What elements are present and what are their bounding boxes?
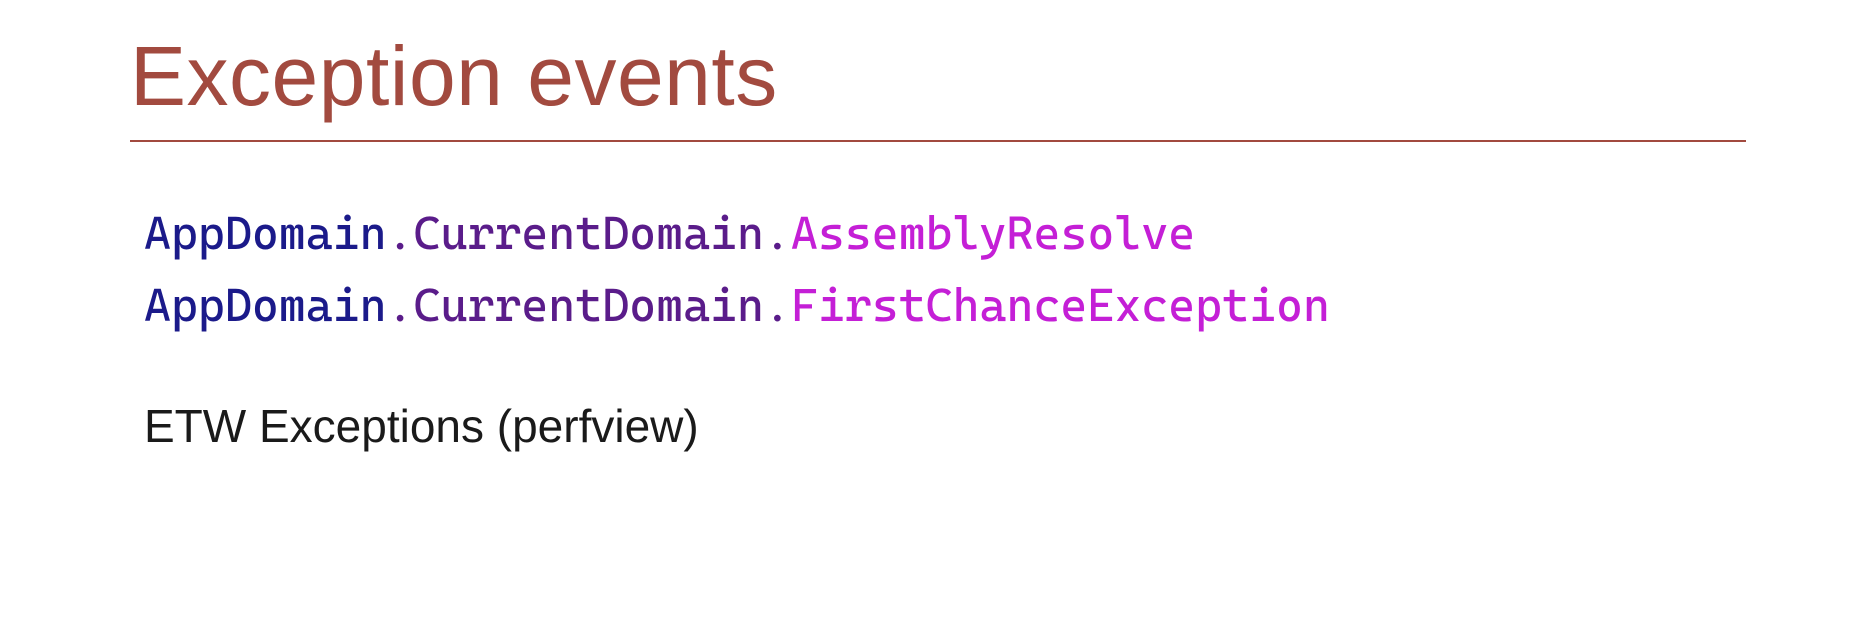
- slide: Exception events AppDomain.CurrentDomain…: [0, 0, 1876, 632]
- code-token-event: AssemblyResolve: [791, 206, 1195, 260]
- code-token-dot: .: [764, 206, 791, 260]
- body-text: ETW Exceptions (perfview): [130, 399, 1746, 453]
- code-token-dot: .: [387, 206, 414, 260]
- code-token-member: CurrentDomain: [414, 278, 764, 332]
- code-line-1: AppDomain.CurrentDomain.AssemblyResolve: [144, 198, 1746, 269]
- code-token-member: CurrentDomain: [414, 206, 764, 260]
- title-rule: [130, 140, 1746, 142]
- code-token-dot: .: [764, 278, 791, 332]
- code-token-dot: .: [387, 278, 414, 332]
- code-line-2: AppDomain.CurrentDomain.FirstChanceExcep…: [144, 270, 1746, 341]
- code-token-event: FirstChanceException: [791, 278, 1330, 332]
- code-block: AppDomain.CurrentDomain.AssemblyResolve …: [130, 198, 1746, 341]
- code-token-type: AppDomain: [144, 278, 387, 332]
- code-token-type: AppDomain: [144, 206, 387, 260]
- slide-title: Exception events: [130, 30, 1746, 122]
